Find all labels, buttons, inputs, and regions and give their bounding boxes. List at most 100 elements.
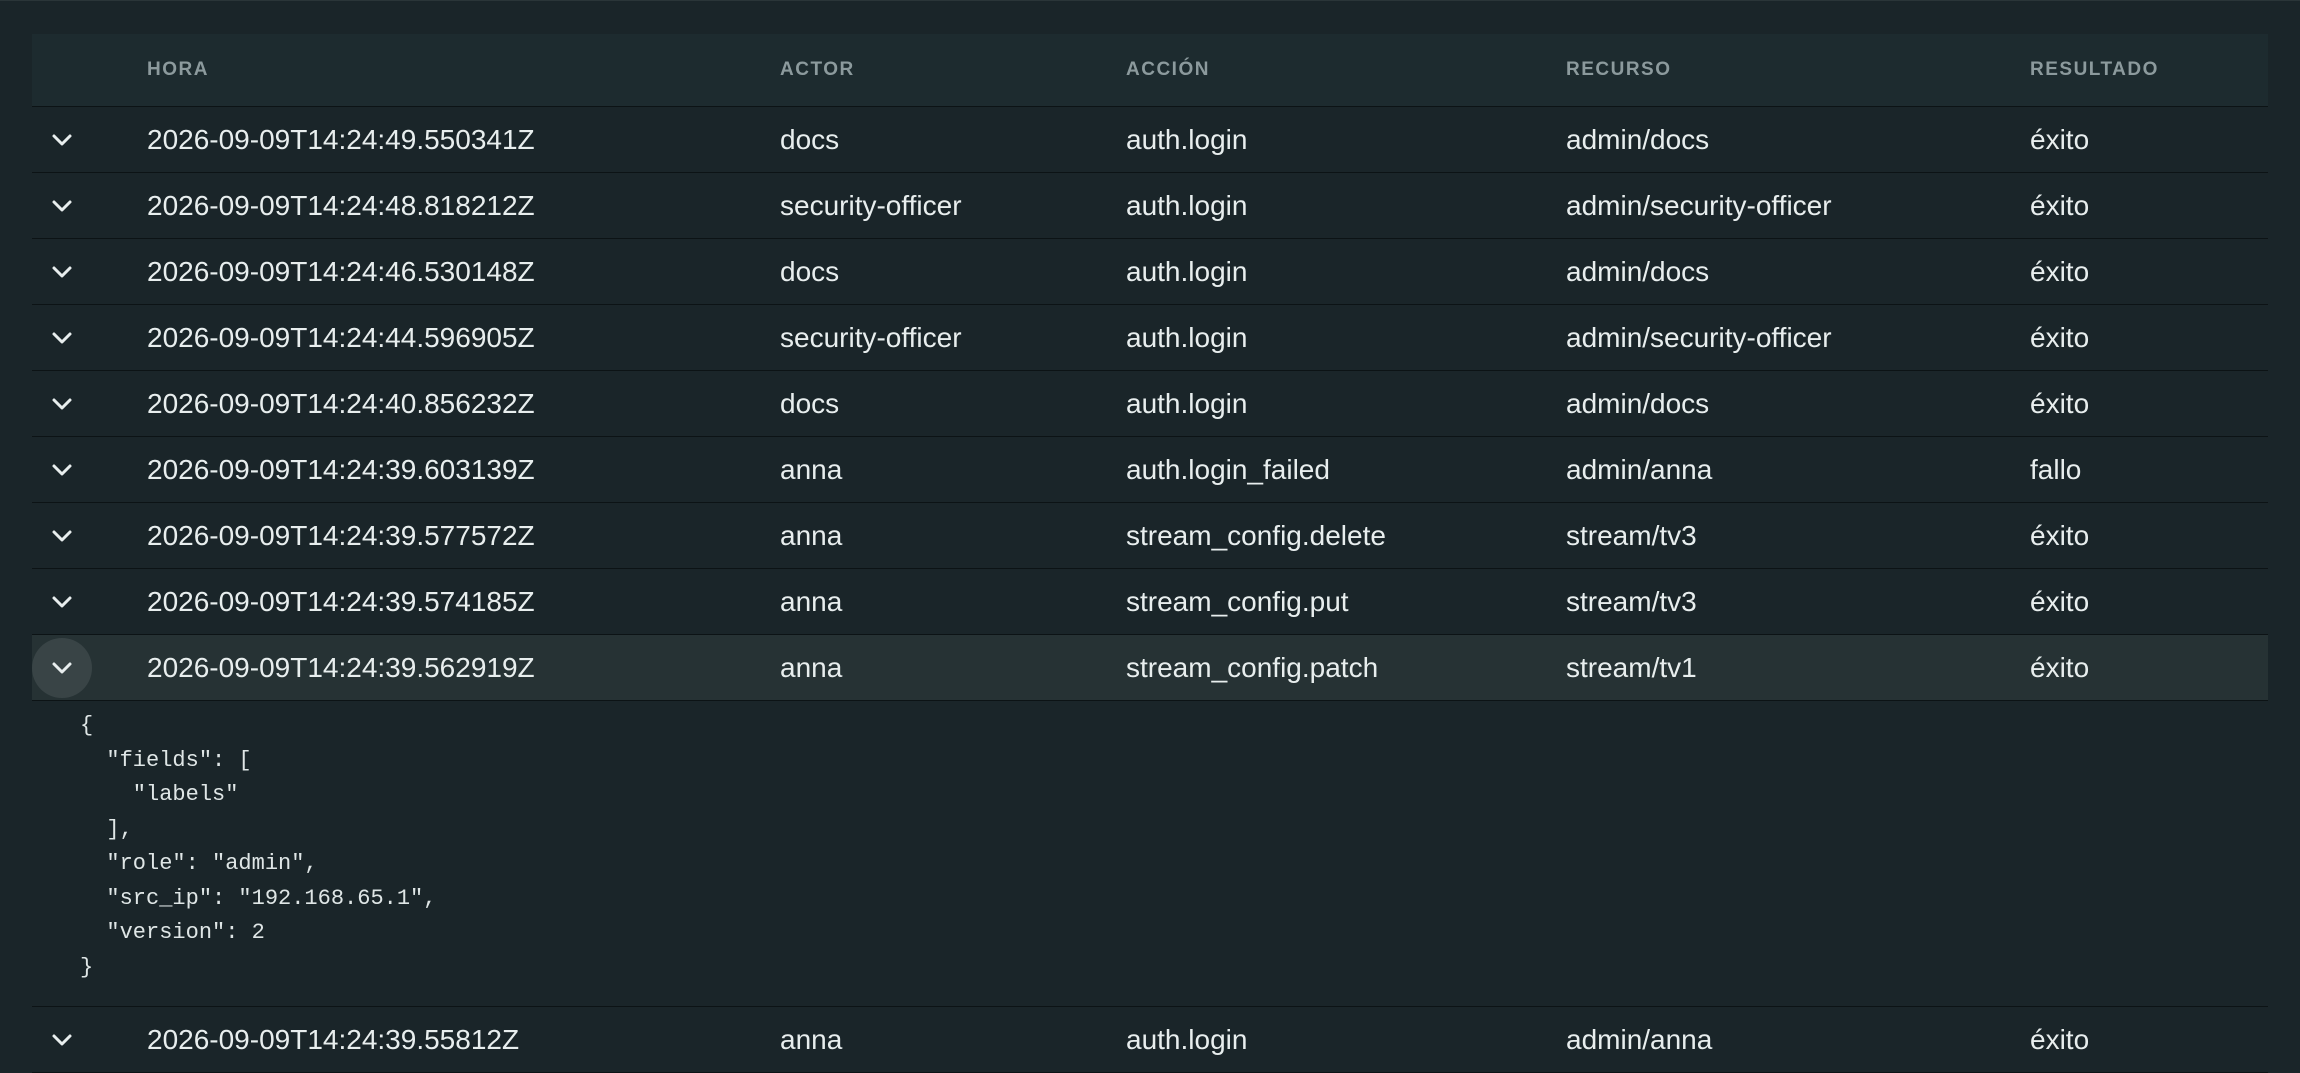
- cell-actor: anna: [780, 453, 843, 485]
- expand-row-button[interactable]: [32, 242, 92, 302]
- table-row[interactable]: 2026-09-09T14:24:44.596905Z security-off…: [32, 305, 2268, 371]
- cell-time: 2026-09-09T14:24:39.577572Z: [147, 519, 535, 551]
- row-toggle-cell: [32, 1007, 147, 1072]
- cell-result: éxito: [2030, 255, 2090, 287]
- cell-action: stream_config.put: [1126, 585, 1349, 617]
- expand-row-button[interactable]: [32, 440, 92, 500]
- chevron-down-icon: [52, 332, 72, 343]
- expand-row-button[interactable]: [32, 110, 92, 170]
- cell-action: auth.login: [1126, 1023, 1248, 1055]
- table-header: HORA ACTOR ACCIÓN RECURSO RESULTADO: [32, 34, 2268, 107]
- expand-row-button[interactable]: [32, 637, 92, 698]
- row-toggle-cell: [32, 635, 147, 700]
- expand-row-button[interactable]: [32, 374, 92, 434]
- cell-time: 2026-09-09T14:24:49.550341Z: [147, 123, 535, 155]
- chevron-down-icon: [52, 398, 72, 409]
- cell-resource: admin/anna: [1566, 453, 1713, 485]
- cell-time: 2026-09-09T14:24:46.530148Z: [147, 255, 535, 287]
- row-toggle-cell: [32, 173, 147, 238]
- row-toggle-cell: [32, 239, 147, 304]
- audit-log-table: HORA ACTOR ACCIÓN RECURSO RESULTADO 2026…: [32, 34, 2268, 1073]
- table-row[interactable]: 2026-09-09T14:24:46.530148Z docs auth.lo…: [32, 239, 2268, 305]
- table-row[interactable]: 2026-09-09T14:24:48.818212Z security-off…: [32, 173, 2268, 239]
- cell-resource: admin/security-officer: [1566, 321, 1832, 353]
- cell-actor: anna: [780, 651, 843, 683]
- chevron-down-icon: [52, 266, 72, 277]
- cell-time: 2026-09-09T14:24:39.55812Z: [147, 1023, 520, 1055]
- cell-actor: docs: [780, 255, 840, 287]
- expand-row-button[interactable]: [32, 506, 92, 566]
- cell-time: 2026-09-09T14:24:39.603139Z: [147, 453, 535, 485]
- chevron-down-icon: [52, 662, 72, 673]
- cell-time: 2026-09-09T14:24:39.574185Z: [147, 585, 535, 617]
- cell-actor: anna: [780, 585, 843, 617]
- cell-time: 2026-09-09T14:24:39.562919Z: [147, 651, 535, 683]
- cell-result: éxito: [2030, 1023, 2090, 1055]
- cell-action: auth.login: [1126, 387, 1248, 419]
- expand-row-button[interactable]: [32, 176, 92, 236]
- cell-actor: anna: [780, 519, 843, 551]
- row-toggle-cell: [32, 437, 147, 502]
- cell-time: 2026-09-09T14:24:48.818212Z: [147, 189, 535, 221]
- table-row[interactable]: 2026-09-09T14:24:39.562919Z anna stream_…: [32, 635, 2268, 701]
- cell-result: éxito: [2030, 189, 2090, 221]
- column-header-resource[interactable]: RECURSO: [1566, 59, 2030, 81]
- chevron-down-icon: [52, 200, 72, 211]
- cell-time: 2026-09-09T14:24:40.856232Z: [147, 387, 535, 419]
- cell-resource: stream/tv1: [1566, 651, 1697, 683]
- cell-result: éxito: [2030, 387, 2090, 419]
- cell-action: stream_config.delete: [1126, 519, 1386, 551]
- expand-row-button[interactable]: [32, 572, 92, 632]
- table-row[interactable]: 2026-09-09T14:24:39.574185Z anna stream_…: [32, 569, 2268, 635]
- cell-result: éxito: [2030, 321, 2090, 353]
- table-row[interactable]: 2026-09-09T14:24:39.603139Z anna auth.lo…: [32, 437, 2268, 503]
- cell-actor: security-officer: [780, 321, 962, 353]
- cell-result: éxito: [2030, 519, 2090, 551]
- cell-action: auth.login: [1126, 321, 1248, 353]
- cell-result: fallo: [2030, 453, 2082, 485]
- cell-resource: admin/docs: [1566, 255, 1710, 287]
- cell-resource: stream/tv3: [1566, 519, 1697, 551]
- chevron-down-icon: [52, 596, 72, 607]
- cell-resource: admin/security-officer: [1566, 189, 1832, 221]
- audit-log-view: HORA ACTOR ACCIÓN RECURSO RESULTADO 2026…: [0, 0, 2300, 1073]
- table-row[interactable]: 2026-09-09T14:24:39.55812Z anna auth.log…: [32, 1007, 2268, 1073]
- column-header-result[interactable]: RESULTADO: [2030, 59, 2268, 81]
- expand-row-button[interactable]: [32, 1010, 92, 1070]
- column-header-action[interactable]: ACCIÓN: [1126, 59, 1566, 81]
- cell-action: auth.login: [1126, 123, 1248, 155]
- cell-resource: admin/docs: [1566, 387, 1710, 419]
- cell-action: auth.login_failed: [1126, 453, 1330, 485]
- row-toggle-cell: [32, 107, 147, 172]
- cell-action: stream_config.patch: [1126, 651, 1379, 683]
- header-toggle-spacer: [32, 34, 147, 106]
- table-row[interactable]: 2026-09-09T14:24:49.550341Z docs auth.lo…: [32, 107, 2268, 173]
- cell-action: auth.login: [1126, 189, 1248, 221]
- table-row[interactable]: 2026-09-09T14:24:40.856232Z docs auth.lo…: [32, 371, 2268, 437]
- chevron-down-icon: [52, 134, 72, 145]
- chevron-down-icon: [52, 464, 72, 475]
- row-toggle-cell: [32, 371, 147, 436]
- cell-action: auth.login: [1126, 255, 1248, 287]
- cell-resource: stream/tv3: [1566, 585, 1697, 617]
- table-row[interactable]: 2026-09-09T14:24:39.577572Z anna stream_…: [32, 503, 2268, 569]
- cell-resource: admin/anna: [1566, 1023, 1713, 1055]
- row-toggle-cell: [32, 569, 147, 634]
- cell-result: éxito: [2030, 651, 2090, 683]
- expand-row-button[interactable]: [32, 308, 92, 368]
- cell-actor: anna: [780, 1023, 843, 1055]
- column-header-actor[interactable]: ACTOR: [780, 59, 1126, 81]
- cell-time: 2026-09-09T14:24:44.596905Z: [147, 321, 535, 353]
- chevron-down-icon: [52, 530, 72, 541]
- column-header-time[interactable]: HORA: [147, 59, 780, 81]
- cell-actor: docs: [780, 123, 840, 155]
- row-toggle-cell: [32, 305, 147, 370]
- table-body: 2026-09-09T14:24:49.550341Z docs auth.lo…: [32, 107, 2268, 1073]
- cell-resource: admin/docs: [1566, 123, 1710, 155]
- row-detail-json: { "fields": [ "labels" ], "role": "admin…: [80, 713, 437, 980]
- row-detail-panel: { "fields": [ "labels" ], "role": "admin…: [32, 701, 2268, 1007]
- row-toggle-cell: [32, 503, 147, 568]
- cell-actor: security-officer: [780, 189, 962, 221]
- cell-result: éxito: [2030, 585, 2090, 617]
- cell-actor: docs: [780, 387, 840, 419]
